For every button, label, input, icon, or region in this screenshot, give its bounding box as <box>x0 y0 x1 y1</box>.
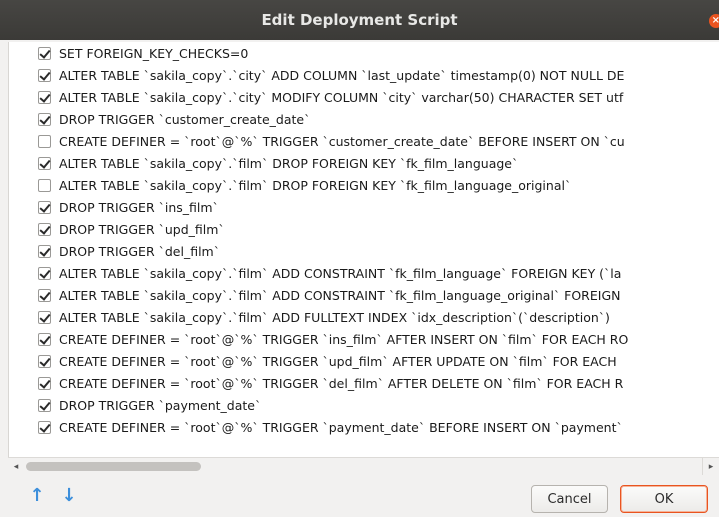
statement-row[interactable]: DROP TRIGGER `upd_film` <box>9 218 719 240</box>
statement-text: CREATE DEFINER = `root`@`%` TRIGGER `del… <box>59 375 624 391</box>
statement-checkbox[interactable] <box>38 112 51 126</box>
statement-checkbox[interactable] <box>38 398 51 412</box>
statement-checkbox[interactable] <box>38 200 51 214</box>
horizontal-scrollbar[interactable]: ◂ ▸ <box>8 457 719 475</box>
statement-checkbox[interactable] <box>38 178 51 192</box>
statement-text: ALTER TABLE `sakila_copy`.`film` DROP FO… <box>59 155 519 171</box>
arrow-up-icon[interactable]: ↑ <box>27 485 47 506</box>
dialog-footer: ↑ ↓ Cancel OK <box>0 475 719 517</box>
statement-text: ALTER TABLE `sakila_copy`.`film` DROP FO… <box>59 177 572 193</box>
close-icon[interactable]: × <box>709 14 719 28</box>
statement-row[interactable]: ALTER TABLE `sakila_copy`.`city` MODIFY … <box>9 86 719 108</box>
statement-text: CREATE DEFINER = `root`@`%` TRIGGER `pay… <box>59 419 623 435</box>
statement-checkbox[interactable] <box>38 134 51 148</box>
statement-row[interactable]: CREATE DEFINER = `root`@`%` TRIGGER `del… <box>9 372 719 394</box>
statement-row[interactable]: ALTER TABLE `sakila_copy`.`film` DROP FO… <box>9 174 719 196</box>
scroll-left-icon[interactable]: ◂ <box>8 458 24 475</box>
statement-row[interactable]: ALTER TABLE `sakila_copy`.`film` ADD CON… <box>9 262 719 284</box>
script-statement-list[interactable]: SET FOREIGN_KEY_CHECKS=0 ALTER TABLE `sak… <box>8 42 719 457</box>
statement-row[interactable]: ALTER TABLE `sakila_copy`.`city` ADD COL… <box>9 64 719 86</box>
statement-row[interactable]: DROP TRIGGER `del_film` <box>9 240 719 262</box>
statement-text: CREATE DEFINER = `root`@`%` TRIGGER `ins… <box>59 331 629 347</box>
statement-checkbox[interactable] <box>38 156 51 170</box>
statement-checkbox[interactable] <box>38 222 51 236</box>
statement-row[interactable]: DROP TRIGGER `customer_create_date` <box>9 108 719 130</box>
statement-text: ALTER TABLE `sakila_copy`.`city` ADD COL… <box>59 67 625 83</box>
statement-checkbox[interactable] <box>38 266 51 280</box>
edit-deployment-script-dialog: Edit Deployment Script × SET FOREIGN_KEY… <box>0 0 719 517</box>
statement-text: CREATE DEFINER = `root`@`%` TRIGGER `cus… <box>59 133 625 149</box>
statement-row[interactable]: CREATE DEFINER = `root`@`%` TRIGGER `cus… <box>9 130 719 152</box>
statement-checkbox[interactable] <box>38 310 51 324</box>
statement-text: ALTER TABLE `sakila_copy`.`city` MODIFY … <box>59 89 624 105</box>
statement-row[interactable]: ALTER TABLE `sakila_copy`.`film` ADD FUL… <box>9 306 719 328</box>
statement-row[interactable]: SET FOREIGN_KEY_CHECKS=0 <box>9 42 719 64</box>
scrollbar-thumb[interactable] <box>26 462 201 471</box>
statement-checkbox[interactable] <box>38 332 51 346</box>
statement-checkbox[interactable] <box>38 288 51 302</box>
title-bar: Edit Deployment Script × <box>0 0 719 40</box>
statement-row[interactable]: CREATE DEFINER = `root`@`%` TRIGGER `ins… <box>9 328 719 350</box>
statement-row[interactable]: DROP TRIGGER `payment_date` <box>9 394 719 416</box>
statement-text: ALTER TABLE `sakila_copy`.`film` ADD CON… <box>59 287 621 303</box>
statement-checkbox[interactable] <box>38 68 51 82</box>
statement-checkbox[interactable] <box>38 90 51 104</box>
statement-row[interactable]: DROP TRIGGER `ins_film` <box>9 196 719 218</box>
arrow-down-icon[interactable]: ↓ <box>59 485 79 506</box>
statement-text: DROP TRIGGER `customer_create_date` <box>59 111 311 127</box>
statement-text: DROP TRIGGER `ins_film` <box>59 199 219 215</box>
statement-row[interactable]: CREATE DEFINER = `root`@`%` TRIGGER `upd… <box>9 350 719 372</box>
cancel-button[interactable]: Cancel <box>531 485 608 513</box>
statement-checkbox[interactable] <box>38 244 51 258</box>
statement-checkbox[interactable] <box>38 46 51 60</box>
statement-row[interactable]: CREATE DEFINER = `root`@`%` TRIGGER `pay… <box>9 416 719 438</box>
statement-checkbox[interactable] <box>38 420 51 434</box>
scroll-right-icon[interactable]: ▸ <box>702 458 719 475</box>
statement-row[interactable]: ALTER TABLE `sakila_copy`.`film` DROP FO… <box>9 152 719 174</box>
statement-text: DROP TRIGGER `del_film` <box>59 243 220 259</box>
statement-checkbox[interactable] <box>38 376 51 390</box>
statement-checkbox[interactable] <box>38 354 51 368</box>
ok-button[interactable]: OK <box>620 485 708 513</box>
statement-text: ALTER TABLE `sakila_copy`.`film` ADD FUL… <box>59 309 610 325</box>
window-title: Edit Deployment Script <box>261 11 458 29</box>
statement-text: DROP TRIGGER `payment_date` <box>59 397 262 413</box>
statement-text: DROP TRIGGER `upd_film` <box>59 221 225 237</box>
statement-text: CREATE DEFINER = `root`@`%` TRIGGER `upd… <box>59 353 617 369</box>
statement-text: SET FOREIGN_KEY_CHECKS=0 <box>59 45 249 61</box>
statement-text: ALTER TABLE `sakila_copy`.`film` ADD CON… <box>59 265 622 281</box>
statement-row[interactable]: ALTER TABLE `sakila_copy`.`film` ADD CON… <box>9 284 719 306</box>
